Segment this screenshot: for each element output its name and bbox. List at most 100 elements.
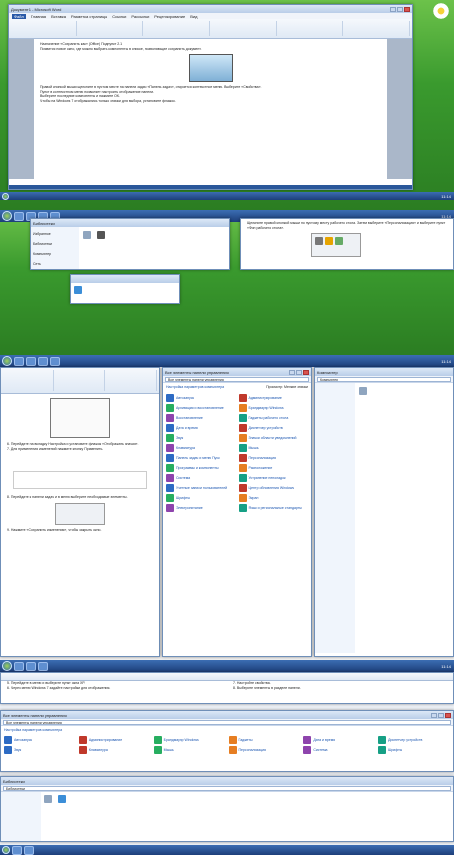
cp-item[interactable]: Персонализация	[228, 745, 301, 755]
cp-item[interactable]: Шрифты	[378, 745, 450, 755]
tab-home[interactable]: Главная	[31, 14, 46, 19]
cp-item[interactable]: Панель задач и меню Пуск	[166, 453, 236, 463]
control-panel-window[interactable]: Все элементы панели управления Все элеме…	[0, 710, 454, 772]
cp-item[interactable]: Экран	[238, 493, 309, 503]
address-bar[interactable]: Компьютер	[317, 376, 451, 382]
cp-item[interactable]: Брандмауэр Windows	[153, 735, 226, 745]
nav-item[interactable]: Избранное	[33, 229, 77, 239]
view-selector[interactable]: Просмотр: Мелкие значки	[266, 385, 308, 389]
cp-item[interactable]: Звук	[4, 745, 76, 755]
cp-item-icon	[153, 736, 162, 744]
close-icon[interactable]	[404, 6, 410, 12]
cp-item-icon	[303, 736, 312, 744]
word-window[interactable]: 6. Перейдите на вкладку Настройка и уста…	[0, 367, 160, 657]
start-button[interactable]	[2, 211, 12, 221]
cp-item-label: Гаджеты	[238, 738, 253, 742]
start-button[interactable]	[2, 661, 12, 671]
cp-item[interactable]: Автозапуск	[166, 393, 236, 403]
cp-item[interactable]: Гаджеты рабочего стола	[238, 413, 309, 423]
drive-icon[interactable]	[359, 387, 367, 395]
cp-item[interactable]: Мышь	[238, 443, 309, 453]
taskbar-button[interactable]	[14, 356, 24, 366]
cp-item[interactable]: Устранение неполадок	[238, 473, 309, 483]
cp-item[interactable]: Брандмауэр Windows	[238, 403, 309, 413]
cp-title: Все элементы панели управления	[165, 369, 229, 375]
cp-item[interactable]: Клавиатура	[78, 745, 151, 755]
cp-item[interactable]: Гаджеты	[228, 735, 301, 745]
taskbar-button[interactable]	[14, 661, 24, 671]
cp-item[interactable]: Расположение	[238, 463, 309, 473]
taskbar-button[interactable]	[12, 845, 22, 855]
start-button[interactable]	[2, 846, 10, 854]
close-icon[interactable]	[445, 712, 451, 718]
cp-item[interactable]: Персонализация	[238, 453, 309, 463]
cp-item[interactable]: Шрифты	[166, 493, 236, 503]
tab-view[interactable]: Вид	[190, 14, 197, 19]
cp-item[interactable]: Администрирование	[238, 393, 309, 403]
close-icon[interactable]	[303, 369, 309, 375]
cp-item[interactable]: Диспетчер устройств	[238, 423, 309, 433]
cp-item[interactable]: Диспетчер устройств	[378, 735, 450, 745]
cp-item[interactable]: Архивация и восстановление	[166, 403, 236, 413]
cp-item[interactable]: Мышь	[153, 745, 226, 755]
tab-mailings[interactable]: Рассылки	[131, 14, 149, 19]
tab-insert[interactable]: Вставка	[51, 14, 66, 19]
taskbar-button[interactable]	[38, 661, 48, 671]
cp-item[interactable]: Автозапуск	[4, 735, 76, 745]
taskbar-button[interactable]	[26, 661, 36, 671]
cp-item-label: Центр обновления Windows	[248, 486, 295, 490]
taskbar-button[interactable]	[26, 356, 36, 366]
cp-item[interactable]: Администрирование	[78, 735, 151, 745]
taskbar-button[interactable]	[14, 211, 24, 221]
minimize-icon[interactable]	[390, 6, 396, 12]
network-window[interactable]	[70, 274, 180, 304]
cp-item[interactable]: Дата и время	[166, 423, 236, 433]
cp-item[interactable]: Система	[303, 745, 375, 755]
cp-item[interactable]: Звук	[166, 433, 236, 443]
cp-item[interactable]: Учетные записи пользователей	[166, 483, 236, 493]
cp-item[interactable]: Программы и компоненты	[166, 463, 236, 473]
taskbar-button[interactable]	[24, 845, 34, 855]
tab-layout[interactable]: Разметка страницы	[71, 14, 107, 19]
nav-item[interactable]: Библиотеки	[33, 239, 77, 249]
cp-item[interactable]: Значки области уведомлений	[238, 433, 309, 443]
explorer-window[interactable]: Компьютер Компьютер	[314, 367, 454, 657]
cp-item[interactable]: Восстановление	[166, 413, 236, 423]
control-panel-window[interactable]: Все элементы панели управления Все элеме…	[162, 367, 312, 657]
cp-item[interactable]: Система	[166, 473, 236, 483]
word-window[interactable]: 5. Перейдите в меню и выберите пункт окн…	[0, 672, 454, 704]
explorer-window[interactable]: Библиотеки Библиотеки	[0, 776, 454, 842]
cp-item-label: Язык и региональные стандарты	[248, 506, 302, 510]
tray-clock: 11:14	[441, 663, 451, 669]
maximize-icon[interactable]	[397, 6, 403, 12]
address-bar[interactable]: Библиотеки	[3, 785, 451, 791]
taskbar-button[interactable]	[50, 356, 60, 366]
word-titlebar[interactable]: Документ1 - Microsoft Word	[9, 5, 412, 13]
cp-item-label: Восстановление	[176, 416, 203, 420]
cp-item[interactable]: Центр обновления Windows	[238, 483, 309, 493]
cp-item[interactable]: Дата и время	[303, 735, 375, 745]
start-button[interactable]	[2, 356, 12, 366]
drive-icon[interactable]	[97, 231, 105, 239]
cp-item-label: Мышь	[163, 748, 174, 752]
tray-clock: 11:14	[441, 193, 451, 199]
explorer-window[interactable]: Библиотеки Избранное Библиотеки Компьюте…	[30, 218, 230, 270]
taskbar-button[interactable]	[38, 356, 48, 366]
cp-item-label: Диспетчер устройств	[248, 426, 283, 430]
network-icon[interactable]	[58, 795, 66, 803]
word-window[interactable]: Документ1 - Microsoft Word Файл Главная …	[8, 4, 413, 190]
start-button[interactable]	[2, 192, 9, 200]
cp-item[interactable]: Клавиатура	[166, 443, 236, 453]
address-bar[interactable]: Все элементы панели управления	[165, 376, 309, 382]
nav-item[interactable]: Сеть	[33, 259, 77, 269]
cp-item[interactable]: Электропитание	[166, 503, 236, 513]
address-bar[interactable]: Все элементы панели управления	[3, 719, 451, 725]
nav-item[interactable]: Компьютер	[33, 249, 77, 259]
cp-item[interactable]: Язык и региональные стандарты	[238, 503, 309, 513]
drive-icon[interactable]	[83, 231, 91, 239]
cp-item-icon	[238, 414, 247, 422]
drive-icon[interactable]	[44, 795, 52, 803]
tab-review[interactable]: Рецензирование	[154, 14, 185, 19]
tab-references[interactable]: Ссылки	[112, 14, 126, 19]
tab-file[interactable]: Файл	[12, 13, 26, 19]
